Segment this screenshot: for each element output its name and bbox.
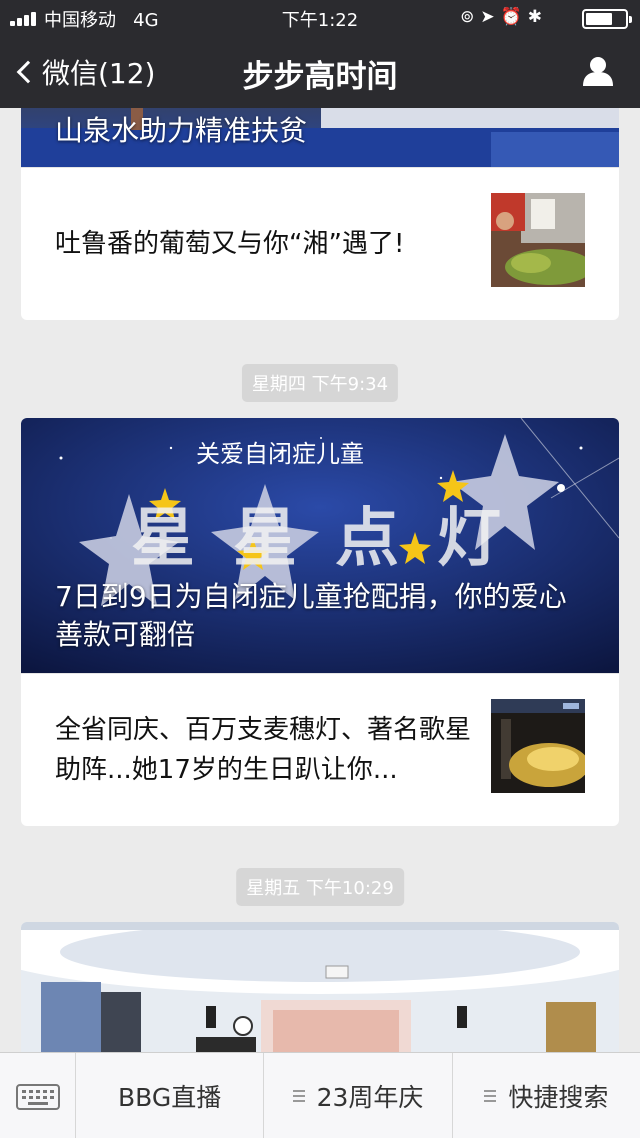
- bottom-menu: BBG直播 23周年庆 快捷搜索: [0, 1052, 640, 1138]
- keyboard-icon: [16, 1084, 60, 1110]
- article-thumbnail: [491, 699, 585, 793]
- status-icons: ⊚➤⏰✱: [460, 7, 548, 27]
- article-card[interactable]: 关爱自闭症儿童 星星点灯 7日到9日为自闭症儿童抢配捐，你的爱心善款可翻倍 全省…: [21, 418, 619, 826]
- article-cover[interactable]: 关爱自闭症儿童 星星点灯 7日到9日为自闭症儿童抢配捐，你的爱心善款可翻倍: [21, 418, 619, 673]
- menu-button-bbg-live[interactable]: BBG直播: [76, 1053, 265, 1138]
- timestamp-badge: 星期四 下午9:34: [241, 364, 399, 402]
- timestamp-badge: 星期五 下午10:29: [236, 868, 404, 906]
- submenu-icon: [292, 1090, 305, 1102]
- alarm-icon: ⏰: [500, 7, 528, 27]
- menu-button-label: BBG直播: [118, 1083, 222, 1112]
- svg-text:星星点灯: 星星点灯: [131, 501, 539, 576]
- location-icon: ➤: [480, 7, 501, 27]
- article-item-title: 全省同庆、百万支麦穗灯、著名歌星助阵...她17岁的生日趴让你...: [55, 714, 472, 785]
- article-thumbnail: [491, 193, 585, 287]
- article-item-title: 吐鲁番的葡萄又与你“湘”遇了!: [55, 228, 405, 259]
- keyboard-toggle-button[interactable]: [0, 1053, 76, 1138]
- menu-button-quick-search[interactable]: 快捷搜索: [453, 1053, 640, 1138]
- navigation-bar: 微信(12) 步步高时间: [0, 34, 640, 108]
- cover-title: 山泉水助力精准扶贫: [55, 114, 308, 147]
- profile-button[interactable]: [582, 56, 614, 86]
- article-item[interactable]: 吐鲁番的葡萄又与你“湘”遇了!: [21, 167, 619, 319]
- menu-button-label: 快捷搜索: [508, 1083, 609, 1112]
- top-bar: 中国移动 4G 下午1:22 ⊚➤⏰✱ 微信(12) 步步高时间: [0, 0, 640, 108]
- page-title: 步步高时间: [242, 59, 398, 95]
- article-item[interactable]: 全省同庆、百万支麦穗灯、著名歌星助阵...她17岁的生日趴让你...: [21, 673, 619, 825]
- rotation-lock-icon: ⊚: [460, 7, 481, 27]
- submenu-icon: [484, 1090, 497, 1102]
- battery-icon: [582, 9, 632, 29]
- bluetooth-icon: ✱: [527, 7, 548, 27]
- cover-title: 7日到9日为自闭症儿童抢配捐，你的爱心善款可翻倍: [55, 580, 567, 651]
- svg-text:关爱自闭症儿童: 关爱自闭症儿童: [196, 440, 364, 468]
- person-icon: [583, 57, 613, 86]
- wechat-official-account-screen: 山泉水助力精准扶贫 吐鲁番的葡萄又与你“湘”遇了! 星期四 下午9:34 关爱自…: [0, 0, 640, 1138]
- status-bar: 中国移动 4G 下午1:22 ⊚➤⏰✱: [0, 0, 640, 34]
- menu-button-label: 23周年庆: [316, 1083, 424, 1112]
- message-feed[interactable]: 山泉水助力精准扶贫 吐鲁番的葡萄又与你“湘”遇了! 星期四 下午9:34 关爱自…: [0, 0, 640, 1122]
- menu-button-anniversary[interactable]: 23周年庆: [264, 1053, 453, 1138]
